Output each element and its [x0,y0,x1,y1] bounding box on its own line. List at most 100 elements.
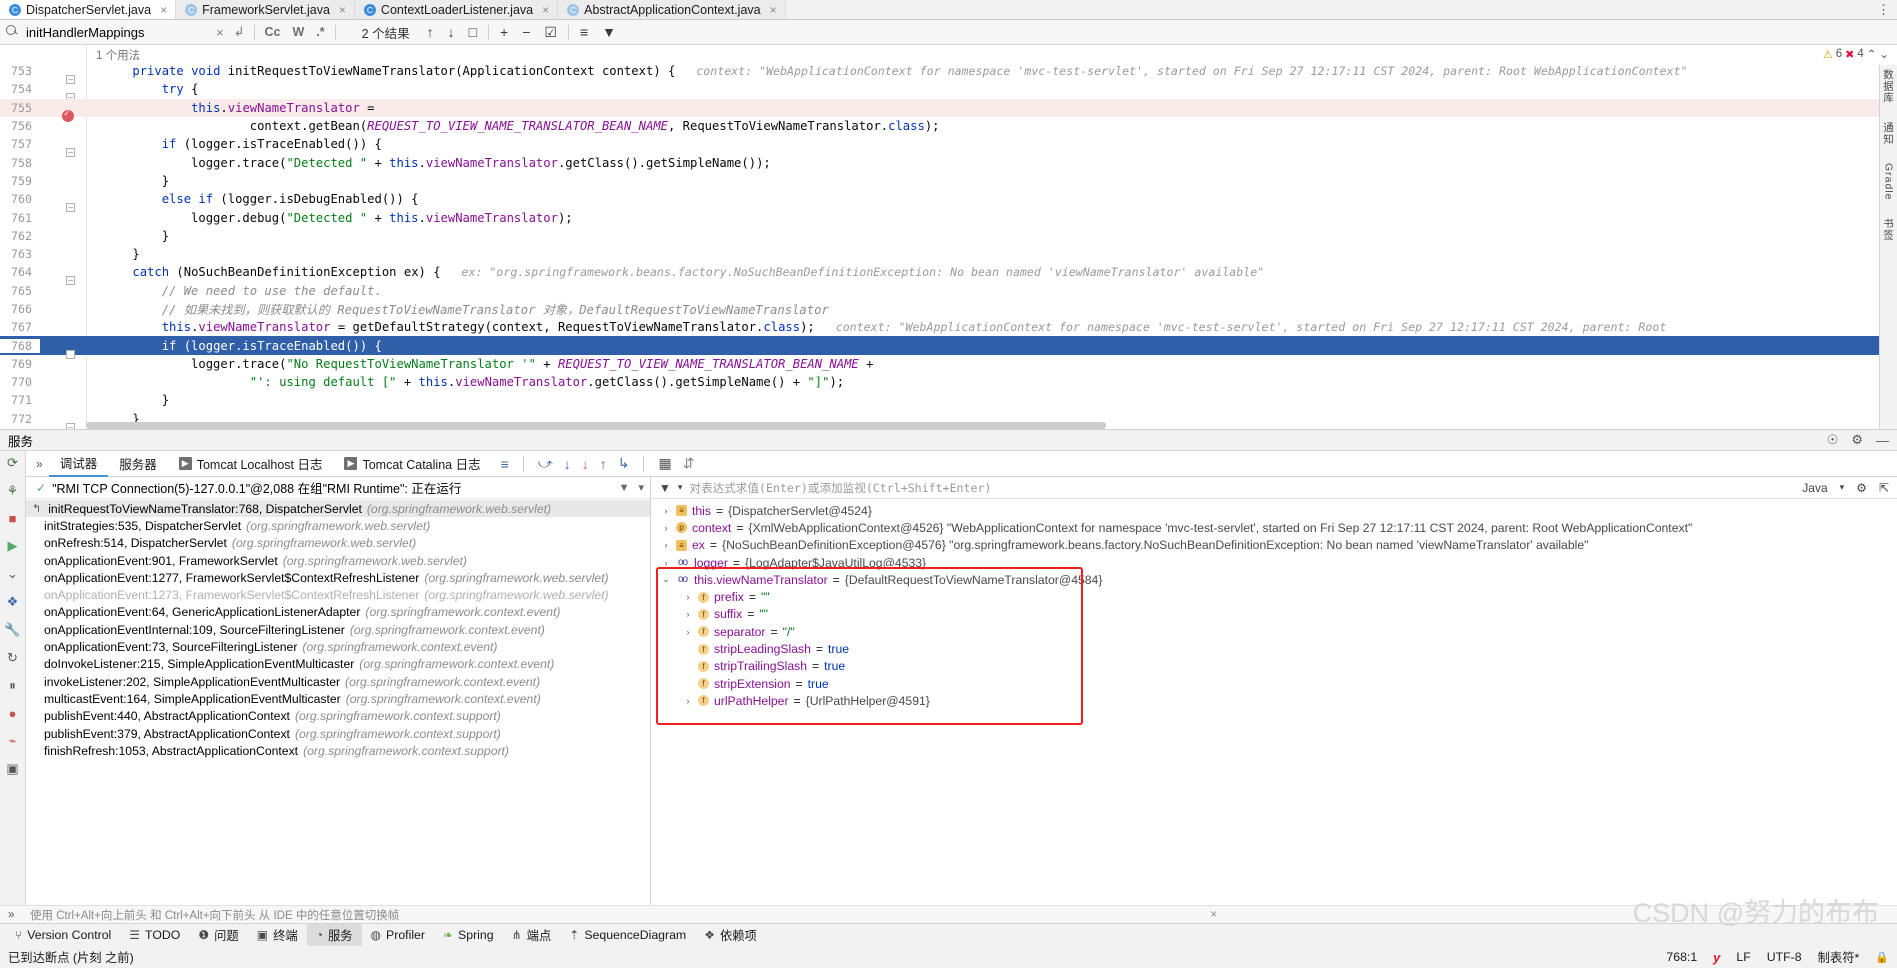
search-history-icon[interactable]: ↲ [229,24,250,40]
chevron-right-icon[interactable]: › [683,696,693,706]
mute-breakpoints-icon[interactable]: ● [9,706,17,721]
match-case-toggle[interactable]: Cc [259,25,287,39]
line-separator[interactable]: LF [1736,950,1750,964]
pause-icon[interactable]: ⏸ [9,678,16,694]
code-line[interactable]: 767 this.viewNameTranslator = getDefault… [0,318,1897,336]
variable-row[interactable]: › p context = {XmlWebApplicationContext@45… [651,519,1897,536]
status-item-version-control[interactable]: ⑂ Version Control [6,926,120,944]
status-item-spring[interactable]: ❧ Spring [434,926,503,944]
status-item-todo[interactable]: ☰ TODO [120,926,189,944]
chevron-down-icon[interactable]: ⌄ [1879,47,1889,61]
filter-icon[interactable]: ▼ [619,482,630,494]
stack-frame-item[interactable]: invokeListener:202, SimpleApplicationEve… [26,673,650,690]
lock-icon[interactable]: 🔒 [1875,951,1889,964]
select-all-occurrences-button[interactable]: □ [462,24,484,40]
code-line[interactable]: 765 // We need to use the default. [0,282,1897,300]
code-line[interactable]: 758 logger.trace("Detected " + this.view… [0,153,1897,171]
add-inclusion-icon[interactable]: + [493,24,515,40]
tab-server[interactable]: 服务器 [108,451,168,476]
chevron-down-icon[interactable]: ⌄ [661,574,671,585]
variable-row[interactable]: ⌄ oo this.viewNameTranslator = {DefaultReq… [651,571,1897,588]
editor-tab-3[interactable]: C AbstractApplicationContext.java × [558,0,786,19]
variable-row[interactable]: › ≡ ex = {NoSuchBeanDefinitionException@45… [651,537,1897,554]
force-step-into-icon[interactable]: ↓ [582,456,589,472]
call-stack-list[interactable]: ↰ initRequestToViewNameTranslator:768, Di… [26,499,650,905]
stack-frame-item[interactable]: onApplicationEventInternal:109, SourceFi… [26,621,650,638]
variable-row[interactable]: › ≡ this = {DispatcherServlet@4524} [651,502,1897,519]
clear-search-icon[interactable]: × [211,25,229,40]
previous-match-button[interactable]: ↑ [420,24,441,40]
variable-row[interactable]: › f separator = "/" [651,623,1897,640]
rail-item-gradle[interactable]: Gradle [1883,163,1895,201]
stop-icon[interactable]: ■ [9,511,17,526]
stack-frame-item[interactable]: doInvokeListener:215, SimpleApplicationE… [26,656,650,673]
code-line[interactable]: 754– try { [0,80,1897,103]
code-line[interactable]: 755 this.viewNameTranslator = [0,98,1897,122]
chevron-right-icon[interactable]: › [683,609,693,619]
search-input[interactable]: initHandlerMappings [26,25,211,40]
file-encoding[interactable]: UTF-8 [1767,950,1802,964]
stack-frame-item[interactable]: onApplicationEvent:1273, FrameworkServle… [26,586,650,603]
rail-item-bookmarks[interactable]: 书签 [1881,218,1896,241]
lines-icon[interactable]: ≡ [573,24,595,40]
status-item-dependencies[interactable]: ❖ 依赖项 [695,924,766,946]
debug-rerun-icon[interactable]: ⚘ [7,483,19,499]
chevron-right-icon[interactable]: › [661,506,671,516]
chevron-right-icon[interactable]: › [683,627,693,637]
status-item-sequence-diagram[interactable]: ⇡ SequenceDiagram [560,926,695,944]
more-options-icon[interactable]: ⋮ [1877,3,1890,16]
editor-tab-1[interactable]: C FrameworkServlet.java × [176,0,355,19]
code-line[interactable]: 756 context.getBean(REQUEST_TO_VIEW_NAME… [0,117,1897,135]
step-out-icon[interactable]: ↑ [600,456,607,472]
close-icon[interactable]: × [339,3,346,17]
editor-tab-0[interactable]: C DispatcherServlet.java × [0,0,177,19]
variable-row[interactable]: › f prefix = "" [651,588,1897,605]
add-selection-icon[interactable]: ☑ [537,24,564,41]
stack-frame-item[interactable]: ↰ initRequestToViewNameTranslator:768, Di… [26,500,650,518]
code-line[interactable]: 764– catch (NoSuchBeanDefinitionExceptio… [0,263,1897,286]
filter-icon[interactable]: ▼ [595,24,623,40]
chevron-right-icon[interactable]: › [661,540,671,550]
resume-icon[interactable]: ▶ [8,538,18,554]
code-line[interactable]: 760– else if (logger.isDebugEnabled()) { [0,190,1897,213]
tab-tomcat-catalina-log[interactable]: ▶ Tomcat Catalina 日志 [333,451,491,476]
code-line[interactable]: 753– private void initRequestToViewNameT… [0,62,1897,85]
status-item-services[interactable]: ◔ 服务 [306,924,362,946]
filter-icon[interactable]: ▼ [659,481,671,495]
regex-toggle[interactable]: .* [310,25,330,39]
code-line[interactable]: 769 logger.trace("No RequestToViewNameTr… [0,355,1897,373]
chevron-down-icon[interactable]: ▾ [1840,482,1845,493]
evaluate-expression-bar[interactable]: ▼ ▾ 对表达式求值(Enter)或添加监视(Ctrl+Shift+Enter)… [651,477,1897,499]
status-item-profiler[interactable]: ◍ Profiler [362,926,434,944]
watch-input[interactable]: 对表达式求值(Enter)或添加监视(Ctrl+Shift+Enter) [689,480,991,496]
variables-tree[interactable]: › ≡ this = {DispatcherServlet@4524} › p conte… [651,499,1897,905]
code-line[interactable]: 761 logger.debug("Detected " + this.view… [0,208,1897,226]
next-match-button[interactable]: ↓ [441,24,462,40]
thread-selector[interactable]: ✓ "RMI TCP Connection(5)-127.0.0.1"@2,08… [26,477,650,499]
code-line[interactable]: 768– if (logger.isTraceEnabled()) { [0,336,1897,359]
tab-tomcat-localhost-log[interactable]: ▶ Tomcat Localhost 日志 [168,451,334,476]
code-line[interactable]: 763 } [0,245,1897,263]
indent-setting[interactable]: 制表符* [1818,948,1860,966]
help-icon[interactable]: ☉ [1827,432,1839,448]
language-selector[interactable]: Java [1802,481,1827,495]
code-line[interactable]: 770 "': using default [" + this.viewName… [0,373,1897,391]
rail-item-notifications[interactable]: 通知 [1881,122,1896,145]
variable-row[interactable]: › f suffix = "" [651,606,1897,623]
chevron-down-icon[interactable]: ▾ [678,482,683,493]
collapse-tabs-icon[interactable]: » [30,457,49,471]
stack-frame-item[interactable]: publishEvent:440, AbstractApplicationCon… [26,708,650,725]
code-line[interactable]: 766 // 如果未找到，则获取默认的 RequestToViewNameTra… [0,300,1897,318]
chevron-right-icon[interactable]: › [661,523,671,533]
stack-frame-item[interactable]: publishEvent:379, AbstractApplicationCon… [26,725,650,742]
chevron-right-icon[interactable]: › [661,558,671,568]
stack-frame-item[interactable]: onApplicationEvent:73, SourceFilteringLi… [26,638,650,655]
gear-icon[interactable]: ⚙ [1856,481,1867,495]
close-icon[interactable]: × [542,3,549,17]
show-execution-point-icon[interactable]: ≡ [501,456,509,472]
restore-layout-icon[interactable]: ↻ [7,650,18,666]
variable-row[interactable]: f stripTrailingSlash = true [651,658,1897,675]
stack-frame-item[interactable]: onRefresh:514, DispatcherServlet (org.spr… [26,535,650,552]
close-icon[interactable]: × [160,3,167,17]
fold-icon[interactable]: – [66,422,75,429]
